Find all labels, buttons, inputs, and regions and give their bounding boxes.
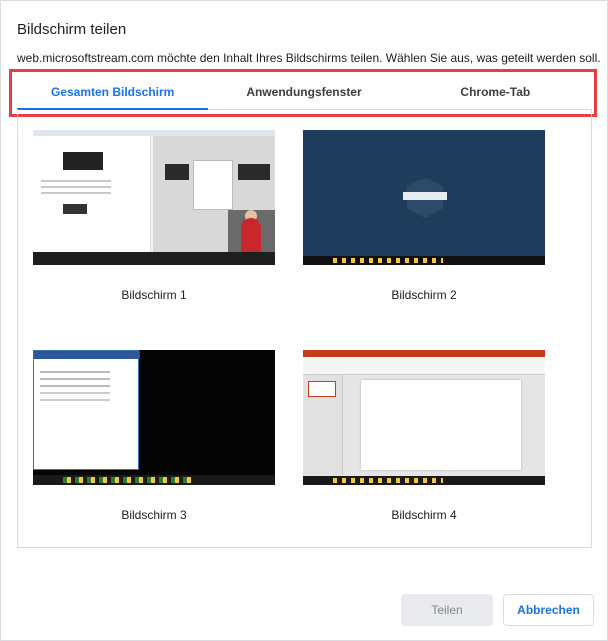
source-tabs: Gesamten Bildschirm Anwendungsfenster Ch…	[17, 77, 591, 110]
dialog-subtitle: web.microsoftstream.com möchte den Inhal…	[17, 51, 601, 65]
screen-1-thumbnail	[33, 130, 275, 265]
screen-3-thumbnail	[33, 350, 275, 485]
screen-option-3[interactable]: Bildschirm 3	[33, 350, 275, 522]
tab-chrome-tab[interactable]: Chrome-Tab	[400, 77, 591, 109]
screen-list-panel: Bildschirm 1 Bildschirm 2 Bildschirm 3 B…	[17, 109, 592, 548]
share-button[interactable]: Teilen	[401, 594, 493, 626]
screen-2-label: Bildschirm 2	[391, 288, 457, 302]
tab-application-window[interactable]: Anwendungsfenster	[208, 77, 399, 109]
screen-option-4[interactable]: Bildschirm 4	[303, 350, 545, 522]
screen-4-label: Bildschirm 4	[391, 508, 457, 522]
screen-4-thumbnail	[303, 350, 545, 485]
tab-entire-screen[interactable]: Gesamten Bildschirm	[17, 77, 209, 110]
dialog-title: Bildschirm teilen	[17, 21, 127, 38]
screen-3-label: Bildschirm 3	[121, 508, 187, 522]
screen-1-label: Bildschirm 1	[121, 288, 187, 302]
screen-2-thumbnail	[303, 130, 545, 265]
screen-option-2[interactable]: Bildschirm 2	[303, 130, 545, 302]
screen-option-1[interactable]: Bildschirm 1	[33, 130, 275, 302]
cancel-button[interactable]: Abbrechen	[503, 594, 594, 626]
share-screen-dialog: Bildschirm teilen web.microsoftstream.co…	[0, 0, 608, 641]
